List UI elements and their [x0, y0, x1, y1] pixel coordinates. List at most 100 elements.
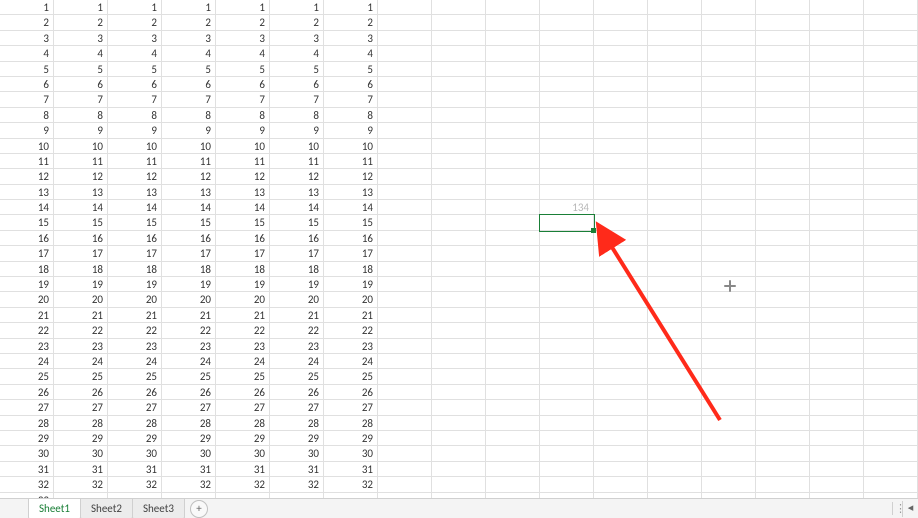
cell[interactable]: [594, 308, 648, 323]
cell[interactable]: 7: [162, 92, 216, 107]
cell[interactable]: 6: [270, 77, 324, 92]
cell[interactable]: [864, 369, 918, 384]
cell[interactable]: 12: [54, 169, 108, 184]
cell[interactable]: [486, 0, 540, 15]
cell[interactable]: 27: [324, 400, 378, 415]
cell[interactable]: [486, 369, 540, 384]
cell[interactable]: 25: [270, 369, 324, 384]
cell[interactable]: [648, 292, 702, 307]
cell[interactable]: [810, 92, 864, 107]
cell[interactable]: [756, 185, 810, 200]
cell[interactable]: [864, 262, 918, 277]
cell[interactable]: [864, 62, 918, 77]
cell[interactable]: 26: [108, 385, 162, 400]
cell[interactable]: [378, 108, 432, 123]
cell[interactable]: [432, 46, 486, 61]
cell[interactable]: [702, 31, 756, 46]
cell[interactable]: 4: [162, 46, 216, 61]
cell[interactable]: [432, 62, 486, 77]
cell[interactable]: [540, 339, 594, 354]
cell[interactable]: [540, 369, 594, 384]
cell[interactable]: 2: [216, 15, 270, 30]
cell[interactable]: 32: [324, 477, 378, 492]
cell[interactable]: 24: [216, 354, 270, 369]
cell[interactable]: [756, 446, 810, 461]
cell[interactable]: [378, 215, 432, 230]
cell[interactable]: [702, 292, 756, 307]
cell[interactable]: [594, 46, 648, 61]
cell[interactable]: [540, 169, 594, 184]
cell[interactable]: [756, 215, 810, 230]
cell[interactable]: 11: [324, 154, 378, 169]
cell[interactable]: [486, 215, 540, 230]
cell[interactable]: [594, 92, 648, 107]
cell[interactable]: [540, 139, 594, 154]
cell[interactable]: [864, 154, 918, 169]
cell[interactable]: 4: [270, 46, 324, 61]
cell[interactable]: 2: [0, 15, 54, 30]
spreadsheet-grid[interactable]: 1111111222222233333334444444555555566666…: [0, 0, 918, 498]
cell[interactable]: [540, 108, 594, 123]
cell[interactable]: [810, 185, 864, 200]
cell[interactable]: [648, 308, 702, 323]
cell[interactable]: [810, 385, 864, 400]
cell[interactable]: [540, 262, 594, 277]
cell[interactable]: [432, 416, 486, 431]
horizontal-scroll-left-button[interactable]: ◂: [902, 501, 918, 517]
cell[interactable]: [432, 0, 486, 15]
cell[interactable]: [432, 339, 486, 354]
cell[interactable]: [864, 400, 918, 415]
cell[interactable]: 7: [0, 92, 54, 107]
cell[interactable]: 4: [108, 46, 162, 61]
cell[interactable]: 13: [0, 185, 54, 200]
cell[interactable]: 17: [270, 246, 324, 261]
cell[interactable]: 2: [324, 15, 378, 30]
cell[interactable]: 6: [108, 77, 162, 92]
cell[interactable]: 9: [54, 123, 108, 138]
cell[interactable]: 32: [162, 477, 216, 492]
cell[interactable]: 17: [216, 246, 270, 261]
cell[interactable]: 28: [162, 416, 216, 431]
cell[interactable]: 10: [216, 139, 270, 154]
cell[interactable]: [648, 169, 702, 184]
cell[interactable]: [432, 400, 486, 415]
cell[interactable]: 27: [0, 400, 54, 415]
cell[interactable]: 3: [216, 31, 270, 46]
cell[interactable]: [540, 46, 594, 61]
cell[interactable]: [594, 215, 648, 230]
cell[interactable]: [648, 323, 702, 338]
cell[interactable]: [702, 446, 756, 461]
cell[interactable]: [594, 77, 648, 92]
cell[interactable]: [702, 231, 756, 246]
cell[interactable]: 21: [270, 308, 324, 323]
cell[interactable]: [432, 369, 486, 384]
cell[interactable]: [540, 400, 594, 415]
cell[interactable]: [378, 246, 432, 261]
cell[interactable]: [756, 339, 810, 354]
cell[interactable]: 17: [108, 246, 162, 261]
cell[interactable]: 26: [324, 385, 378, 400]
cell[interactable]: 18: [162, 262, 216, 277]
cell[interactable]: [756, 123, 810, 138]
cell[interactable]: [864, 123, 918, 138]
cell[interactable]: [702, 277, 756, 292]
cell[interactable]: 1: [324, 0, 378, 15]
cell[interactable]: 21: [162, 308, 216, 323]
cell[interactable]: [594, 123, 648, 138]
cell[interactable]: [864, 231, 918, 246]
cell[interactable]: [594, 200, 648, 215]
cell[interactable]: 11: [162, 154, 216, 169]
cell[interactable]: [594, 431, 648, 446]
cell[interactable]: [648, 154, 702, 169]
cell[interactable]: 10: [54, 139, 108, 154]
cell[interactable]: [756, 323, 810, 338]
cell[interactable]: [486, 15, 540, 30]
cell[interactable]: [810, 292, 864, 307]
cell[interactable]: [864, 15, 918, 30]
cell[interactable]: 25: [0, 369, 54, 384]
cell[interactable]: [864, 46, 918, 61]
cell[interactable]: [810, 139, 864, 154]
cell[interactable]: 30: [108, 446, 162, 461]
cell[interactable]: [432, 292, 486, 307]
cell[interactable]: [378, 169, 432, 184]
